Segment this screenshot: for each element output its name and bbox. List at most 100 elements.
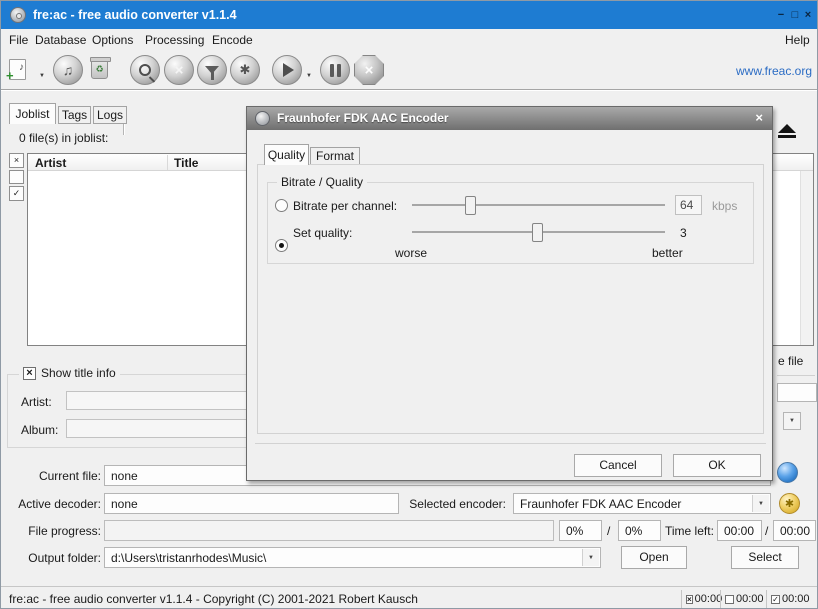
- pause-encoding-button[interactable]: [320, 55, 350, 85]
- menu-processing[interactable]: Processing: [145, 32, 204, 49]
- close-button[interactable]: ×: [802, 9, 814, 22]
- column-header-title[interactable]: Title: [174, 156, 198, 170]
- open-folder-button[interactable]: Open: [621, 546, 687, 569]
- time-left-label: Time left:: [665, 524, 714, 538]
- cddb-query-button[interactable]: [130, 55, 160, 85]
- settings-button[interactable]: ✱: [230, 55, 260, 85]
- trash-icon: ♻: [91, 59, 108, 79]
- statusbar-text: fre:ac - free audio converter v1.1.4 - C…: [9, 592, 418, 606]
- info-globe-button[interactable]: [777, 462, 798, 483]
- eject-icon: [778, 124, 796, 133]
- empty-box-icon: [725, 595, 734, 604]
- output-folder-combobox[interactable]: d:\Users\tristanrhodes\Music\ ▼: [104, 547, 601, 568]
- encoder-config-button[interactable]: ✱: [779, 493, 800, 514]
- set-quality-radio[interactable]: [275, 239, 288, 252]
- start-encoding-button[interactable]: [272, 55, 302, 85]
- filter-button[interactable]: [197, 55, 227, 85]
- bitrate-label: Bitrate per channel:: [293, 199, 397, 213]
- window-title: fre:ac - free audio converter v1.1.4: [33, 8, 237, 22]
- clipped-single-file-label: e file: [778, 354, 803, 368]
- configure-selected-button[interactable]: ×: [164, 55, 194, 85]
- cancel-button[interactable]: Cancel: [574, 454, 662, 477]
- output-folder-label: Output folder:: [11, 551, 101, 565]
- show-title-info-checkbox[interactable]: × Show title info: [19, 366, 120, 380]
- total-percent-value: 0%: [618, 520, 661, 541]
- menu-file[interactable]: File: [9, 32, 28, 49]
- select-none-button[interactable]: [9, 170, 24, 184]
- joblist-count-label: 0 file(s) in joblist:: [19, 131, 108, 145]
- chevron-down-icon[interactable]: ▼: [752, 495, 769, 512]
- encoder-dialog: Fraunhofer FDK AAC Encoder × Quality For…: [246, 106, 773, 481]
- bitrate-unit-label: kbps: [712, 199, 737, 213]
- play-icon: [283, 63, 294, 77]
- stop-encoding-button[interactable]: ×: [354, 55, 384, 85]
- table-scrollbar[interactable]: [800, 171, 813, 345]
- file-percent-value: 0%: [559, 520, 602, 541]
- chevron-down-icon[interactable]: ▼: [582, 549, 599, 566]
- encode-dropdown-arrow[interactable]: ▼: [306, 73, 312, 79]
- bitrate-radio[interactable]: [275, 199, 288, 212]
- tab-tags[interactable]: Tags: [58, 106, 91, 124]
- time-left-current: 00:00: [717, 520, 762, 541]
- add-files-button[interactable]: + ♪: [9, 59, 26, 80]
- menu-encode[interactable]: Encode: [212, 32, 253, 49]
- bitrate-slider-track: [412, 204, 665, 206]
- artist-label: Artist:: [21, 395, 52, 409]
- tab-logs[interactable]: Logs: [93, 106, 127, 124]
- right-clipped-combo-arrow[interactable]: ▼: [783, 412, 801, 430]
- tab-joblist[interactable]: Joblist: [9, 103, 56, 124]
- active-decoder-value: none: [104, 493, 399, 514]
- dialog-title-bar: Fraunhofer FDK AAC Encoder ×: [247, 107, 772, 130]
- selected-encoder-label: Selected encoder:: [399, 497, 506, 511]
- title-bar: fre:ac - free audio converter v1.1.4 − □…: [1, 1, 818, 29]
- dialog-cd-icon: [255, 111, 270, 126]
- ok-button[interactable]: OK: [673, 454, 761, 477]
- bitrate-value-field[interactable]: 64: [675, 195, 702, 215]
- eject-cd-button[interactable]: [778, 124, 796, 138]
- pause-icon: [330, 64, 341, 77]
- statusbar-time-unselected: ✓ 00:00: [766, 590, 816, 608]
- bitrate-quality-group-title: Bitrate / Quality: [277, 175, 367, 189]
- quality-value-label: 3: [680, 226, 687, 240]
- gear-icon: ✱: [240, 62, 251, 78]
- check-box-icon: ✓: [771, 595, 780, 604]
- current-file-label: Current file:: [11, 469, 101, 483]
- magnifier-icon: [139, 64, 151, 76]
- menu-help[interactable]: Help: [785, 32, 810, 49]
- stop-x-icon: ×: [365, 62, 374, 79]
- dialog-separator: [255, 443, 766, 444]
- minimize-button[interactable]: −: [775, 9, 787, 22]
- checked-x-icon: ×: [23, 367, 36, 380]
- maximize-button[interactable]: □: [789, 9, 801, 22]
- music-notes-icon: ♫: [63, 62, 74, 78]
- select-all-button[interactable]: ×: [9, 153, 24, 168]
- select-folder-button[interactable]: Select: [731, 546, 799, 569]
- add-files-dropdown-arrow[interactable]: ▼: [39, 73, 45, 79]
- joblist-button[interactable]: ♫: [53, 55, 83, 85]
- funnel-icon: [205, 66, 219, 74]
- statusbar-time-selected: 00:00: [720, 590, 766, 608]
- bitrate-slider-thumb[interactable]: [465, 196, 476, 215]
- dialog-tab-format[interactable]: Format: [310, 147, 360, 165]
- selected-encoder-combobox[interactable]: Fraunhofer FDK AAC Encoder ▼: [513, 493, 771, 514]
- add-file-icon: + ♪: [9, 59, 26, 80]
- set-quality-label: Set quality:: [293, 226, 352, 240]
- menu-bar: File Database Options Processing Encode …: [1, 29, 818, 51]
- time-slash: /: [765, 524, 768, 538]
- dialog-tab-quality[interactable]: Quality: [264, 144, 309, 165]
- percent-slash: /: [607, 524, 610, 538]
- dialog-close-button[interactable]: ×: [755, 110, 763, 125]
- freac-website-link[interactable]: www.freac.org: [736, 64, 812, 78]
- column-header-artist[interactable]: Artist: [35, 156, 66, 170]
- status-bar: fre:ac - free audio converter v1.1.4 - C…: [1, 586, 818, 609]
- clear-joblist-button[interactable]: ♻: [91, 59, 108, 79]
- show-title-info-label: Show title info: [41, 366, 116, 380]
- menu-options[interactable]: Options: [92, 32, 133, 49]
- app-cd-icon: [10, 7, 26, 23]
- right-clipped-field[interactable]: [777, 383, 817, 402]
- quality-slider-thumb[interactable]: [532, 223, 543, 242]
- menu-database[interactable]: Database: [35, 32, 86, 49]
- file-progress-bar: [104, 520, 554, 541]
- toolbar: + ♪ ▼ ♫ ♻ × ✱ ▼ × www.freac.org: [1, 51, 818, 90]
- toggle-selection-button[interactable]: ✓: [9, 186, 24, 201]
